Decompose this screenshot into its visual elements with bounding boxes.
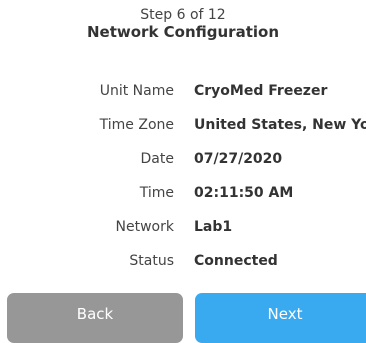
unit-name-label: Unit Name bbox=[99, 83, 174, 99]
network-label: Network bbox=[115, 219, 174, 235]
status-value: Connected bbox=[194, 253, 278, 269]
time-zone-value: United States, New Yor bbox=[194, 117, 366, 133]
date-value: 07/27/2020 bbox=[194, 151, 283, 167]
unit-name-value: CryoMed Freezer bbox=[194, 83, 328, 99]
wizard-header: Step 6 of 12 Network Configuration bbox=[0, 7, 366, 42]
network-value: Lab1 bbox=[194, 219, 233, 235]
time-label: Time bbox=[139, 185, 174, 201]
summary-row-network: Network Lab1 bbox=[0, 212, 366, 246]
summary-row-status: Status Connected bbox=[0, 246, 366, 280]
step-indicator: Step 6 of 12 bbox=[140, 7, 226, 23]
status-label: Status bbox=[129, 253, 174, 269]
time-zone-label: Time Zone bbox=[99, 117, 174, 133]
summary-row-unit-name: Unit Name CryoMed Freezer bbox=[0, 76, 366, 110]
summary-list: Unit Name CryoMed Freezer Time Zone Unit… bbox=[0, 76, 366, 280]
page-title: Network Configuration bbox=[87, 23, 279, 41]
summary-row-date: Date 07/27/2020 bbox=[0, 144, 366, 178]
summary-row-time: Time 02:11:50 AM bbox=[0, 178, 366, 212]
date-label: Date bbox=[140, 151, 174, 167]
summary-row-time-zone: Time Zone United States, New Yor bbox=[0, 110, 366, 144]
time-value: 02:11:50 AM bbox=[194, 185, 294, 201]
